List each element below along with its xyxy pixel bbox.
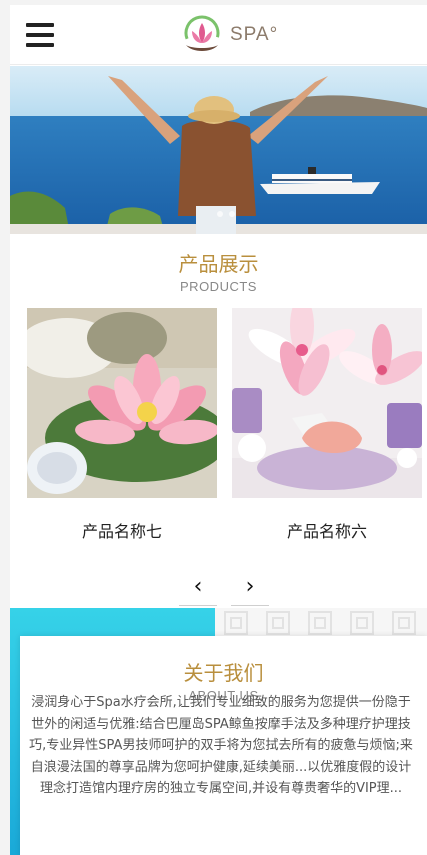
chevron-left-icon[interactable]: ‹	[179, 572, 217, 606]
header: SPA°	[10, 5, 427, 65]
product-name[interactable]: 产品名称六	[232, 518, 422, 542]
banner-pagination[interactable]	[217, 211, 235, 217]
page: SPA° 产品展示 PRODUCTS 产品名称七 产品名称六 ‹ › 关于我们 …	[10, 5, 427, 855]
products-section-title: 产品展示 PRODUCTS	[10, 251, 427, 295]
products-title: 产品展示	[178, 252, 259, 276]
chevron-right-icon[interactable]: ›	[231, 572, 269, 606]
banner-dot[interactable]	[229, 211, 235, 217]
logo[interactable]: SPA°	[178, 15, 278, 57]
product-card[interactable]: 产品名称七	[27, 308, 217, 542]
about-description: 浸润身心于Spa水疗会所,让我们专业细致的服务为您提供一份隐于世外的闲适与优雅:…	[29, 695, 413, 796]
product-card[interactable]: 产品名称六	[232, 308, 422, 542]
hamburger-menu-icon[interactable]	[26, 23, 54, 47]
lily-flowers-bath-salts-photo	[232, 308, 422, 498]
decorative-pattern	[224, 611, 416, 635]
product-name[interactable]: 产品名称七	[27, 518, 217, 542]
woman-waving-at-cruise-ship-photo	[10, 66, 427, 234]
lotus-logo-icon	[184, 15, 220, 51]
products-subtitle: PRODUCTS	[180, 279, 257, 294]
pink-lotus-flower-spa-photo	[27, 308, 217, 498]
about-section: 关于我们 ABOUT US 浸润身心于Spa水疗会所,让我们专业细致的服务为您提…	[10, 608, 427, 855]
product-image[interactable]	[27, 308, 217, 498]
hero-banner[interactable]	[10, 66, 427, 234]
logo-text: SPA°	[230, 24, 279, 45]
product-image[interactable]	[232, 308, 422, 498]
products-carousel: 产品名称七 产品名称六	[10, 308, 427, 568]
banner-dot[interactable]	[217, 211, 223, 217]
about-title: 关于我们	[183, 661, 264, 685]
carousel-controls: ‹ ›	[10, 572, 427, 606]
